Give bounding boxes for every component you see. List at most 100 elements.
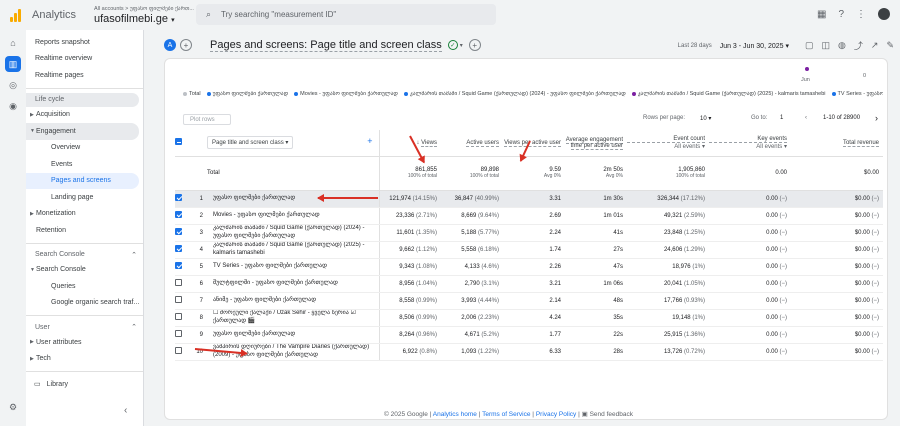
sidebar-item-landing-page[interactable]: Landing page bbox=[26, 189, 143, 206]
add-comparison-button[interactable]: + bbox=[180, 39, 192, 51]
key-events-filter[interactable]: All events ▾ bbox=[709, 143, 787, 150]
admin-gear-icon[interactable]: ⚙ bbox=[5, 399, 21, 415]
sidebar-item-search-console[interactable]: ▼ Search Console bbox=[26, 262, 143, 279]
comparison-chip[interactable]: A bbox=[164, 39, 176, 51]
share-icon[interactable]: ⤴ bbox=[854, 39, 863, 52]
table-row[interactable]: 8 ☐ შორეული ქალაქი / Uzak Sehir - ყველა ს… bbox=[175, 309, 883, 327]
avatar[interactable] bbox=[878, 8, 890, 20]
sidebar-section-user[interactable]: User ⌃ bbox=[26, 320, 143, 334]
sidebar-item-user-attributes[interactable]: ▶ User attributes bbox=[26, 334, 143, 351]
table-row[interactable]: 3 კალმარის თამაში / Squid Game (ქართულად)… bbox=[175, 224, 883, 242]
views-header[interactable]: ↓ Views bbox=[378, 130, 441, 157]
date-range-value[interactable]: Jun 3 - Jun 30, 2025 ▾ bbox=[720, 42, 789, 50]
send-feedback-link[interactable]: ▣ Send feedback bbox=[582, 411, 633, 418]
sidebar-item-events[interactable]: Events bbox=[26, 156, 143, 173]
table-row[interactable]: 1 უფასო ფილმები ქართულად 121,974 (14.15%) 3… bbox=[175, 190, 883, 208]
page-title-cell[interactable]: ☐ შორეული ქალაქი / Uzak Sehir - ყველა სე… bbox=[207, 309, 379, 327]
event-count-filter[interactable]: All events ▾ bbox=[627, 143, 705, 150]
trend-icon[interactable]: ↗ bbox=[871, 40, 879, 51]
legend-item[interactable]: TV Series - უფასო ... bbox=[831, 91, 883, 97]
avg-engagement-header[interactable]: Average engagement time per active user bbox=[565, 130, 627, 157]
event-count-header[interactable]: Event count All events ▾ bbox=[627, 130, 709, 157]
row-checkbox[interactable] bbox=[175, 245, 182, 252]
pencil-edit-icon[interactable]: ✎ bbox=[886, 40, 894, 51]
apps-grid-icon[interactable]: ▦ bbox=[817, 9, 826, 20]
terms-link[interactable]: Terms of Service bbox=[482, 411, 530, 418]
sidebar-item-pages-and-screens[interactable]: Pages and screens bbox=[26, 172, 139, 189]
explore-icon[interactable]: ◎ bbox=[5, 77, 21, 93]
page-title-cell[interactable]: ანიმე - უფასო ფილმები ქართულად bbox=[207, 292, 379, 310]
rows-per-page-select[interactable]: 10 ▾ bbox=[700, 115, 711, 122]
table-row[interactable]: 9 უფასო ფილმები ქართულად 8,264 (0.96%) 4,67… bbox=[175, 326, 883, 344]
row-checkbox[interactable] bbox=[175, 347, 182, 354]
total-revenue-header[interactable]: Total revenue bbox=[791, 130, 883, 157]
reports-icon[interactable]: ▥ bbox=[5, 56, 21, 72]
advertising-icon[interactable]: ◉ bbox=[5, 98, 21, 114]
table-row[interactable]: 2 Movies - უფასო ფილმები ქართულად 23,336 (… bbox=[175, 207, 883, 225]
search-input[interactable]: ⌕ Try searching "measurement ID" bbox=[196, 4, 496, 25]
page-title-cell[interactable]: კალმარის თამაში / Squid Game (ქართულად) … bbox=[207, 241, 379, 259]
legend-item[interactable]: კალმარის თამაში / Squid Game (ქართულად) … bbox=[403, 91, 626, 97]
compare-icon[interactable]: ◫ bbox=[822, 40, 831, 51]
page-title-cell[interactable]: TV Series - უფასო ფილმები ქართულად bbox=[207, 258, 379, 276]
analytics-logo-icon[interactable] bbox=[10, 8, 24, 22]
row-checkbox[interactable] bbox=[175, 279, 182, 286]
legend-item[interactable]: უფასო ფილმები ქართულად bbox=[206, 91, 288, 97]
row-checkbox[interactable] bbox=[175, 211, 182, 218]
sidebar-item-monetization[interactable]: ▶ Monetization bbox=[26, 206, 143, 223]
table-row[interactable]: 6 მულტფილმი - უფასო ფილმები ქართულად 8,956… bbox=[175, 275, 883, 293]
page-title-cell[interactable]: კალმარის თამაში / Squid Game (ქართულად) … bbox=[207, 224, 379, 242]
insights-icon[interactable]: ◍ bbox=[838, 40, 846, 51]
row-checkbox[interactable] bbox=[175, 330, 182, 337]
sidebar-item-engagement[interactable]: ▼ Engagement bbox=[26, 123, 139, 140]
row-checkbox[interactable] bbox=[175, 296, 182, 303]
sidebar-item-reports-snapshot[interactable]: Reports snapshot bbox=[26, 34, 143, 51]
plot-rows-button[interactable]: Plot rows bbox=[183, 114, 231, 125]
settings-dots-icon[interactable]: ⋮ bbox=[856, 9, 866, 20]
help-icon[interactable]: ? bbox=[838, 9, 844, 20]
sidebar-item-acquisition[interactable]: ▶ Acquisition bbox=[26, 107, 143, 124]
row-checkbox[interactable] bbox=[175, 194, 182, 201]
active-users-header[interactable]: Active users bbox=[441, 130, 503, 157]
privacy-link[interactable]: Privacy Policy bbox=[536, 411, 576, 418]
edit-comparison-icon[interactable]: ▢ bbox=[805, 40, 814, 51]
page-title-cell[interactable]: მულტფილმი - უფასო ფილმები ქართულად bbox=[207, 275, 379, 293]
table-row[interactable]: 4 კალმარის თამაში / Squid Game (ქართულად)… bbox=[175, 241, 883, 259]
select-all-checkbox[interactable] bbox=[175, 138, 182, 146]
row-checkbox[interactable] bbox=[175, 313, 182, 320]
sidebar-item-queries[interactable]: Queries bbox=[26, 278, 143, 295]
table-row[interactable]: 5 TV Series - უფასო ფილმები ქართულად 9,343… bbox=[175, 258, 883, 276]
dimension-select[interactable]: Page title and screen class ▾ bbox=[207, 136, 294, 150]
sidebar-item-realtime-overview[interactable]: Realtime overview bbox=[26, 51, 143, 68]
home-icon[interactable]: ⌂ bbox=[5, 35, 21, 51]
legend-item[interactable]: Movies - უფასო ფილმები ქართულად bbox=[294, 91, 398, 97]
legend-item[interactable]: კალმარის თამაში / Squid Game (ქართულად) … bbox=[631, 91, 826, 97]
collapse-sidebar-icon[interactable]: ‹ bbox=[124, 405, 127, 416]
row-checkbox[interactable] bbox=[175, 228, 182, 235]
sidebar-item-organic-search[interactable]: Google organic search traf... bbox=[26, 295, 143, 312]
chevron-down-icon[interactable]: ▾ bbox=[460, 42, 463, 49]
add-dimension-icon[interactable]: + bbox=[367, 136, 372, 146]
sidebar-item-retention[interactable]: Retention bbox=[26, 222, 143, 239]
prev-page-icon[interactable]: ‹ bbox=[805, 115, 807, 121]
legend-item[interactable]: Total bbox=[183, 91, 201, 97]
key-events-header[interactable]: Key events All events ▾ bbox=[709, 130, 791, 157]
page-title-cell[interactable]: Movies - უფასო ფილმები ქართულად bbox=[207, 207, 379, 225]
sidebar-section-search-console[interactable]: Search Console ⌃ bbox=[26, 248, 143, 262]
page-title[interactable]: Pages and screens: Page title and screen… bbox=[210, 39, 442, 52]
sidebar-item-overview[interactable]: Overview bbox=[26, 140, 143, 157]
goto-input[interactable]: 1 bbox=[780, 115, 783, 121]
add-filter-button[interactable]: + bbox=[468, 39, 481, 51]
sidebar-item-realtime-pages[interactable]: Realtime pages bbox=[26, 67, 143, 84]
check-circle-icon[interactable]: ✓ bbox=[447, 40, 458, 50]
next-page-icon[interactable]: › bbox=[875, 113, 878, 123]
sidebar-section-lifecycle[interactable]: Life cycle bbox=[26, 92, 139, 107]
page-title-cell[interactable]: უფასო ფილმები ქართულად bbox=[207, 326, 379, 344]
table-row[interactable]: 7 ანიმე - უფასო ფილმები ქართულად 8,558 (0.… bbox=[175, 292, 883, 310]
analytics-home-link[interactable]: Analytics home bbox=[433, 411, 477, 418]
sidebar-item-library[interactable]: ▭ Library bbox=[26, 376, 143, 393]
views-per-user-header[interactable]: Views per active user bbox=[503, 130, 565, 157]
table-row[interactable]: 10 ვამპირის დღიურები / The Vampire Diarie… bbox=[175, 343, 883, 361]
row-checkbox[interactable] bbox=[175, 262, 182, 269]
sidebar-item-tech[interactable]: ▶ Tech bbox=[26, 351, 143, 368]
